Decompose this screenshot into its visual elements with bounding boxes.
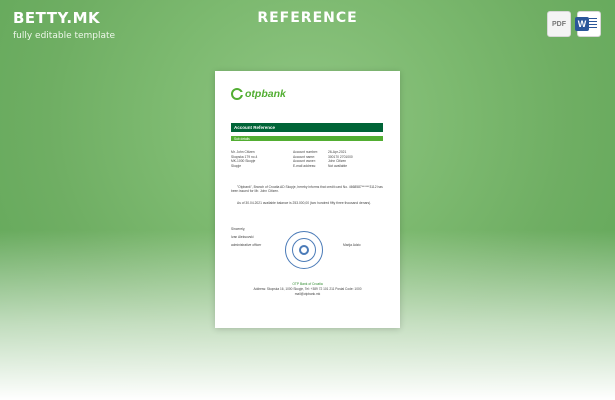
- bank-name: otpbank: [245, 88, 286, 100]
- seal-logo-icon: [299, 245, 309, 255]
- paragraph-balance: As of 30.04.2021 available balance is 25…: [237, 201, 372, 205]
- recipient-line: Mr. John Citizen: [231, 150, 255, 154]
- word-file-icon[interactable]: W: [575, 11, 601, 37]
- field-label: Account number:: [293, 150, 318, 154]
- word-file-letter: W: [575, 17, 589, 31]
- bank-seal-icon: [285, 231, 323, 269]
- footer-address: Address: Skopska 16, 1000 Skopje, Tel: +…: [253, 287, 362, 291]
- pdf-file-label: PDF: [552, 20, 566, 28]
- field-label: E-mail address:: [293, 163, 316, 168]
- footer-bank-name: OTP Bank of Croatia: [292, 282, 323, 286]
- file-format-icons: PDF W: [547, 11, 601, 37]
- field-labels: Account number: Account name: Account ow…: [293, 150, 318, 168]
- field-label: Account owner:: [293, 159, 316, 163]
- document-preview[interactable]: otpbank Account Reference Sub details Mr…: [215, 71, 400, 328]
- manager-name: Marija Adzic: [343, 243, 361, 247]
- footer-email: mail@otpbank.mk: [294, 292, 321, 296]
- pdf-file-icon[interactable]: PDF: [547, 11, 571, 37]
- seal-inner-ring: [292, 238, 316, 262]
- recipient-block: Mr. John Citizen Skopska 179 no.4 MK-100…: [231, 150, 257, 168]
- recipient-line: MK-1000 Skopje: [231, 159, 256, 163]
- paragraph-issue: "Otpbank", Branch of Croatia AD Skopje, …: [231, 185, 383, 194]
- document-subtitle-bar: Sub details: [231, 136, 383, 141]
- field-value: Not available: [328, 163, 348, 168]
- otp-logo-icon: [231, 88, 244, 101]
- brand-tagline: fully editable template: [13, 31, 116, 41]
- otp-bank-logo: otpbank: [231, 87, 286, 101]
- recipient-line: Skopje: [231, 163, 242, 168]
- page-title: REFERENCE: [257, 10, 358, 26]
- field-values: 26-Apr-2021 300170 2701000 John Citizen …: [328, 150, 353, 168]
- word-lines-icon: [589, 18, 597, 30]
- document-title-bar: Account Reference: [231, 123, 383, 132]
